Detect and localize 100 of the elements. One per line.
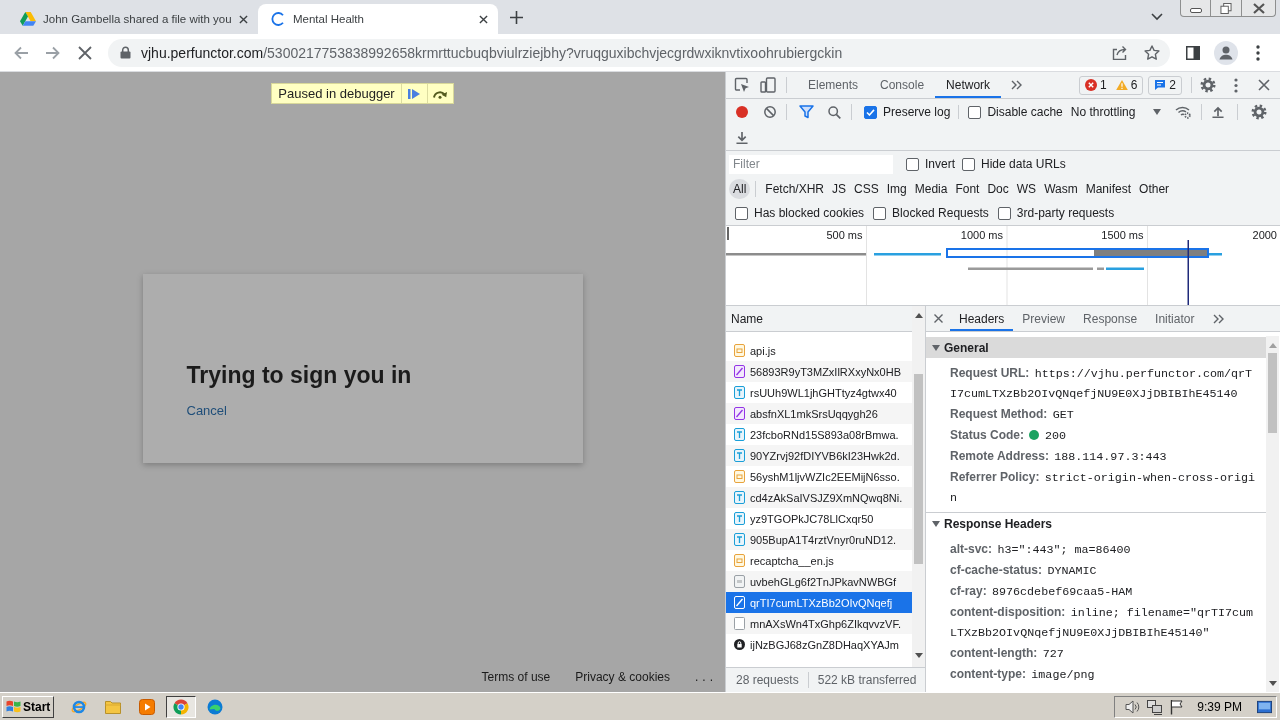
request-row[interactable]: api.js bbox=[726, 340, 912, 361]
request-row[interactable]: 56893R9yT3MZxIlRXxyNx0HB bbox=[726, 361, 912, 382]
checkbox-label[interactable]: Has blocked cookies bbox=[754, 206, 865, 220]
network-icon[interactable] bbox=[1147, 698, 1163, 715]
scrollbar[interactable] bbox=[912, 306, 925, 667]
restore-button[interactable] bbox=[1211, 0, 1242, 17]
request-row[interactable]: 905BupA1T4rztVnyr0ruND12. bbox=[726, 529, 912, 550]
type-filter[interactable]: JS bbox=[828, 179, 851, 199]
request-row[interactable]: 90YZrvj92fDIYVB6kI23Hwk2d. bbox=[726, 445, 912, 466]
range-handle[interactable] bbox=[727, 227, 729, 240]
checkbox-label[interactable]: Preserve log bbox=[883, 105, 951, 119]
close-icon[interactable] bbox=[1258, 79, 1270, 91]
menu-dots-icon[interactable] bbox=[1256, 44, 1260, 61]
close-icon[interactable] bbox=[479, 14, 488, 24]
download-icon[interactable] bbox=[736, 131, 748, 144]
address-bar[interactable]: vjhu.perfunctor.com/5300217753838992658krmrttucbuqbviulrziejbhy?vruqguxibchvjecgrdwxiknvtixoohrubiergckin bbox=[108, 38, 1170, 67]
filter-icon[interactable] bbox=[799, 105, 814, 119]
detail-tab[interactable]: Preview bbox=[1013, 306, 1075, 331]
column-header[interactable]: Name bbox=[731, 311, 763, 326]
checkbox[interactable] bbox=[997, 206, 1011, 220]
flag-icon[interactable] bbox=[1169, 698, 1185, 715]
close-window-button[interactable] bbox=[1242, 0, 1276, 17]
type-filter[interactable]: Font bbox=[951, 179, 984, 199]
show-desktop-icon[interactable] bbox=[1257, 698, 1272, 715]
close-icon[interactable] bbox=[239, 14, 248, 24]
checkbox[interactable] bbox=[968, 105, 982, 119]
device-toolbar-icon[interactable] bbox=[760, 77, 776, 93]
request-row[interactable]: qrTI7cumLTXzBb2OIvQNqefj bbox=[726, 592, 912, 613]
filter-input[interactable]: Filter bbox=[729, 154, 893, 174]
type-filter[interactable]: WS bbox=[1012, 179, 1041, 199]
checkbox[interactable] bbox=[906, 157, 919, 171]
request-row[interactable]: 56yshM1ljvWZIc2EEMijN6sso. bbox=[726, 466, 912, 487]
request-row[interactable]: rsUUh9WL1jhGHTtyz4gtwx40 bbox=[726, 382, 912, 403]
checkbox-label[interactable]: Disable cache bbox=[987, 105, 1063, 119]
type-filter[interactable]: Media bbox=[910, 179, 952, 199]
request-row[interactable]: ijNzBGJ68zGnZ8DHaqXYAJm bbox=[726, 634, 912, 655]
type-filter[interactable]: Img bbox=[882, 179, 911, 199]
type-filter[interactable]: Fetch/XHR bbox=[761, 179, 829, 199]
minimize-button[interactable] bbox=[1180, 0, 1211, 17]
scroll-down-icon[interactable] bbox=[1268, 681, 1277, 686]
checkbox-label[interactable]: Blocked Requests bbox=[892, 206, 989, 220]
stop-icon[interactable] bbox=[78, 45, 92, 60]
scrollbar-thumb[interactable] bbox=[914, 374, 923, 564]
checkbox-label[interactable]: 3rd-party requests bbox=[1016, 206, 1115, 220]
menu-dots-icon[interactable] bbox=[1234, 77, 1238, 93]
section-header[interactable]: General bbox=[926, 337, 1266, 358]
request-row[interactable]: uvbehGLg6f2TnJPkavNWBGf bbox=[726, 571, 912, 592]
footer-link[interactable]: Terms of use bbox=[481, 669, 551, 685]
checkbox-label[interactable]: Hide data URLs bbox=[981, 157, 1066, 171]
settings-icon[interactable] bbox=[1251, 104, 1268, 120]
browser-tab[interactable]: Mental Health bbox=[258, 4, 498, 34]
checkbox[interactable] bbox=[873, 206, 887, 220]
section-header[interactable]: Response Headers bbox=[926, 513, 1266, 534]
type-filter[interactable]: CSS bbox=[850, 179, 883, 199]
scroll-up-icon[interactable] bbox=[914, 313, 923, 318]
request-row[interactable]: mnAXsWn4TxGhp6ZIkqvvzVF. bbox=[726, 613, 912, 634]
panel-tab[interactable]: Console bbox=[869, 72, 936, 98]
panel-tab[interactable]: Network bbox=[935, 72, 1002, 98]
circle-slash-icon[interactable] bbox=[764, 106, 776, 118]
wifi-gear-icon[interactable] bbox=[1175, 105, 1192, 119]
request-row[interactable]: absfnXL1mkSrsUqqygh26 bbox=[726, 403, 912, 424]
messages-counter[interactable]: 2 bbox=[1148, 75, 1182, 95]
request-row[interactable]: 23fcboRNd15S893a08rBmwa. bbox=[726, 424, 912, 445]
double-chevron-icon[interactable] bbox=[1011, 80, 1023, 90]
request-row[interactable]: recaptcha__en.js bbox=[726, 550, 912, 571]
checkbox-label[interactable]: Invert bbox=[925, 157, 955, 171]
plus-icon[interactable] bbox=[510, 10, 523, 24]
checkbox[interactable] bbox=[962, 157, 975, 171]
inspect-element-icon[interactable] bbox=[734, 77, 750, 93]
double-chevron-icon[interactable] bbox=[1213, 313, 1225, 324]
back-arrow-icon[interactable] bbox=[13, 44, 29, 61]
type-filter[interactable]: All bbox=[729, 179, 751, 199]
type-filter[interactable]: Other bbox=[1135, 179, 1174, 199]
detail-tab[interactable]: Response bbox=[1074, 306, 1147, 331]
taskbar-app-button[interactable] bbox=[166, 695, 196, 718]
request-row[interactable]: cd4zAkSaIVSJZ9XmNQwq8Ni. bbox=[726, 487, 912, 508]
scrollbar[interactable] bbox=[1266, 336, 1279, 692]
side-panel-icon[interactable] bbox=[1186, 45, 1200, 60]
scrollbar-thumb[interactable] bbox=[1268, 353, 1277, 433]
checkbox[interactable] bbox=[735, 206, 748, 220]
settings-icon[interactable] bbox=[1200, 77, 1216, 93]
scroll-down-icon[interactable] bbox=[914, 653, 923, 658]
share-icon[interactable] bbox=[1112, 45, 1128, 60]
forward-arrow-icon[interactable] bbox=[45, 44, 61, 61]
star-icon[interactable] bbox=[1144, 45, 1160, 60]
search-icon[interactable] bbox=[828, 105, 841, 119]
panel-tab[interactable]: Elements bbox=[797, 72, 870, 98]
close-icon[interactable] bbox=[934, 314, 943, 323]
throttling-dropdown[interactable]: No throttling bbox=[1066, 105, 1166, 119]
issues-counter[interactable]: 1 6 bbox=[1078, 75, 1144, 95]
footer-link[interactable]: ... bbox=[695, 669, 717, 685]
browser-tab[interactable]: John Gambella shared a file with you bbox=[8, 4, 258, 34]
type-filter[interactable]: Manifest bbox=[1081, 179, 1136, 199]
checkbox[interactable] bbox=[864, 105, 877, 119]
record-icon[interactable] bbox=[736, 106, 748, 118]
type-filter[interactable]: Doc bbox=[983, 179, 1013, 199]
request-row[interactable]: yz9TGOPkJC78LlCxqr50 bbox=[726, 508, 912, 529]
detail-tab[interactable]: Initiator bbox=[1146, 306, 1204, 331]
chevron-down-icon[interactable] bbox=[1151, 13, 1163, 21]
detail-tab[interactable]: Headers bbox=[950, 306, 1014, 331]
